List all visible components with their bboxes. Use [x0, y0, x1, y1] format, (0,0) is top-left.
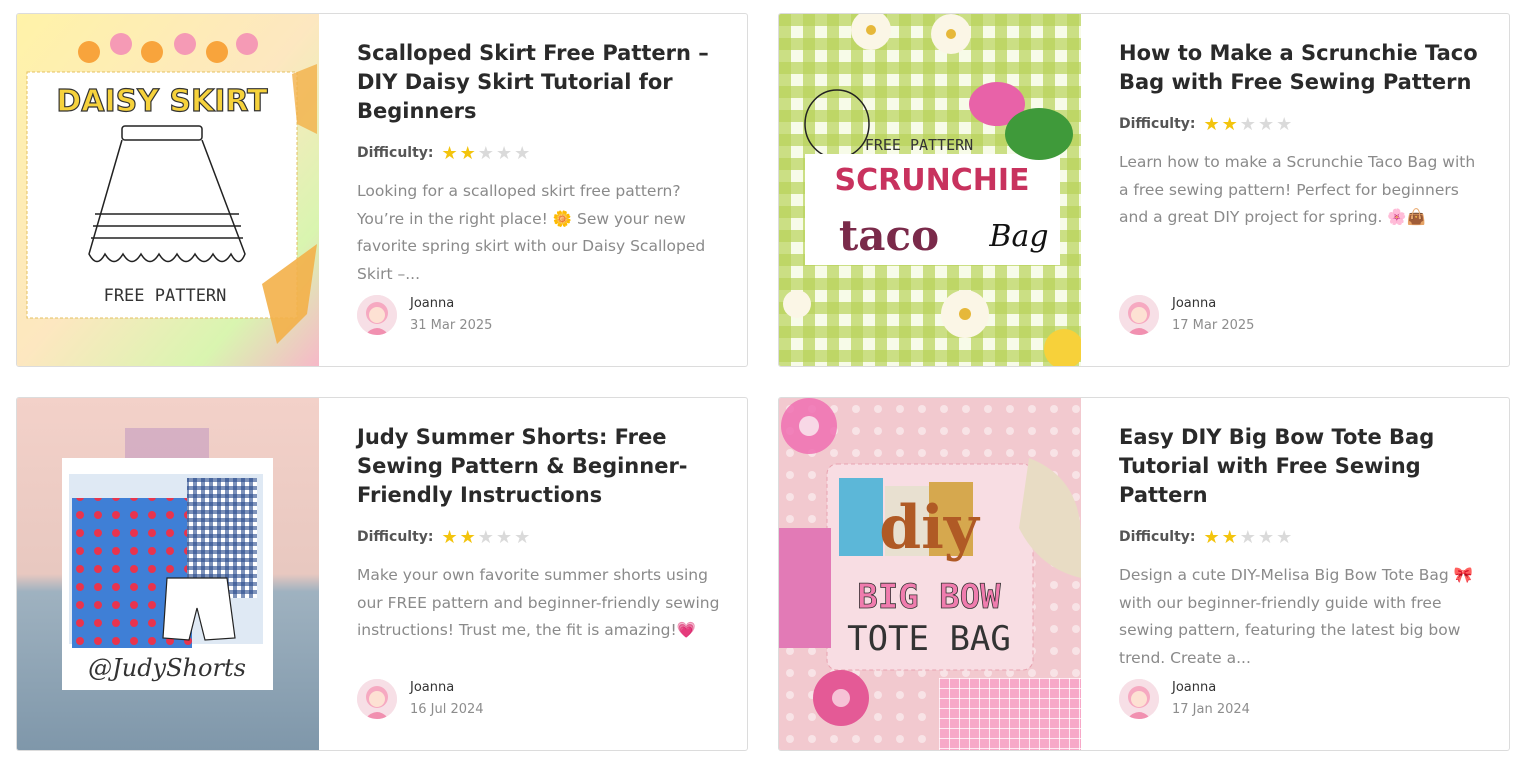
big-bow-tote-image: diy BIG BOW TOTE BAG: [779, 398, 1081, 750]
star-empty-icon: ★: [477, 527, 494, 547]
star-empty-icon: ★: [514, 527, 531, 547]
scrunchie-taco-bag-image: FREE PATTERN SCRUNCHIE taco Bag: [779, 14, 1081, 366]
star-empty-icon: ★: [1276, 114, 1293, 134]
post-date: 17 Mar 2025: [1172, 318, 1255, 333]
difficulty-rating: Difficulty: ★ ★ ★ ★ ★: [1119, 526, 1485, 548]
star-rating: ★ ★ ★ ★ ★: [442, 144, 531, 162]
image-top-text: FREE PATTERN: [865, 136, 973, 154]
star-empty-icon: ★: [514, 143, 531, 163]
post-date: 31 Mar 2025: [410, 318, 493, 333]
post-excerpt: Learn how to make a Scrunchie Taco Bag w…: [1119, 153, 1476, 226]
image-word: taco: [839, 211, 939, 260]
star-empty-icon: ★: [1239, 527, 1256, 547]
author-avatar[interactable]: [1119, 679, 1159, 719]
post-card: FREE PATTERN SCRUNCHIE taco Bag How to M…: [778, 13, 1510, 367]
post-title-link[interactable]: How to Make a Scrunchie Taco Bag with Fr…: [1119, 39, 1485, 97]
author-avatar[interactable]: [357, 295, 397, 335]
post-title-link[interactable]: Judy Summer Shorts: Free Sewing Pattern …: [357, 423, 723, 510]
author-name[interactable]: Joanna: [410, 678, 484, 698]
star-filled-icon: ★: [459, 527, 476, 547]
post-body: Easy DIY Big Bow Tote Bag Tutorial with …: [1081, 398, 1509, 750]
star-filled-icon: ★: [1203, 527, 1220, 547]
star-empty-icon: ★: [1257, 114, 1275, 134]
star-filled-icon: ★: [1221, 114, 1238, 134]
star-filled-icon: ★: [441, 527, 458, 547]
image-heading: DAISY SKIRT: [56, 84, 268, 119]
star-rating: ★ ★ ★ ★ ★: [1204, 115, 1293, 133]
post-date: 16 Jul 2024: [410, 702, 484, 717]
image-line-1: BIG BOW: [857, 577, 1001, 617]
post-card: diy BIG BOW TOTE BAG Easy DIY Big Bow To…: [778, 397, 1510, 751]
post-grid: DAISY SKIRT FREE PATTERN Scalloped Skirt…: [16, 13, 1510, 751]
star-filled-icon: ★: [1203, 114, 1220, 134]
star-filled-icon: ★: [1221, 527, 1238, 547]
star-empty-icon: ★: [495, 527, 513, 547]
star-rating: ★ ★ ★ ★ ★: [442, 528, 531, 546]
star-empty-icon: ★: [1239, 114, 1256, 134]
post-thumbnail[interactable]: DAISY SKIRT FREE PATTERN: [17, 14, 319, 366]
post-author: Joanna 17 Mar 2025: [1119, 294, 1254, 336]
post-thumbnail[interactable]: FREE PATTERN SCRUNCHIE taco Bag: [779, 14, 1081, 366]
star-filled-icon: ★: [459, 143, 476, 163]
post-title-link[interactable]: Easy DIY Big Bow Tote Bag Tutorial with …: [1119, 423, 1485, 510]
post-thumbnail[interactable]: @JudyShorts: [17, 398, 319, 750]
post-author: Joanna 17 Jan 2024: [1119, 678, 1250, 720]
image-word: diy: [879, 493, 981, 563]
star-empty-icon: ★: [1257, 527, 1275, 547]
post-thumbnail[interactable]: diy BIG BOW TOTE BAG: [779, 398, 1081, 750]
difficulty-label: Difficulty:: [1119, 116, 1196, 132]
difficulty-label: Difficulty:: [357, 145, 434, 161]
author-name[interactable]: Joanna: [1172, 678, 1250, 698]
post-title-link[interactable]: Scalloped Skirt Free Pattern – DIY Daisy…: [357, 39, 723, 126]
difficulty-rating: Difficulty: ★ ★ ★ ★ ★: [357, 142, 723, 164]
post-excerpt: Design a cute DIY-Melisa Big Bow Tote Ba…: [1119, 566, 1473, 667]
difficulty-rating: Difficulty: ★ ★ ★ ★ ★: [357, 526, 723, 548]
judy-shorts-image: @JudyShorts: [17, 398, 319, 750]
star-empty-icon: ★: [1276, 527, 1293, 547]
post-excerpt: Looking for a scalloped skirt free patte…: [357, 182, 706, 283]
image-footer: FREE PATTERN: [104, 286, 227, 306]
author-avatar[interactable]: [1119, 295, 1159, 335]
post-author: Joanna 31 Mar 2025: [357, 294, 492, 336]
difficulty-rating: Difficulty: ★ ★ ★ ★ ★: [1119, 113, 1485, 135]
post-body: Judy Summer Shorts: Free Sewing Pattern …: [319, 398, 747, 750]
post-date: 17 Jan 2024: [1172, 702, 1250, 717]
star-rating: ★ ★ ★ ★ ★: [1204, 528, 1293, 546]
image-handle: @JudyShorts: [88, 654, 246, 682]
image-line-2: TOTE BAG: [847, 619, 1011, 659]
star-filled-icon: ★: [441, 143, 458, 163]
author-avatar[interactable]: [357, 679, 397, 719]
star-empty-icon: ★: [495, 143, 513, 163]
author-name[interactable]: Joanna: [1172, 294, 1254, 314]
post-card: DAISY SKIRT FREE PATTERN Scalloped Skirt…: [16, 13, 748, 367]
image-word-2: Bag: [988, 219, 1048, 254]
daisy-skirt-image: DAISY SKIRT FREE PATTERN: [17, 14, 319, 366]
post-body: How to Make a Scrunchie Taco Bag with Fr…: [1081, 14, 1509, 366]
difficulty-label: Difficulty:: [1119, 529, 1196, 545]
post-author: Joanna 16 Jul 2024: [357, 678, 484, 720]
post-excerpt: Make your own favorite summer shorts usi…: [357, 566, 720, 639]
difficulty-label: Difficulty:: [357, 529, 434, 545]
post-card: @JudyShorts Judy Summer Shorts: Free Sew…: [16, 397, 748, 751]
author-name[interactable]: Joanna: [410, 294, 492, 314]
star-empty-icon: ★: [477, 143, 494, 163]
image-heading: SCRUNCHIE: [835, 163, 1030, 198]
post-body: Scalloped Skirt Free Pattern – DIY Daisy…: [319, 14, 747, 366]
